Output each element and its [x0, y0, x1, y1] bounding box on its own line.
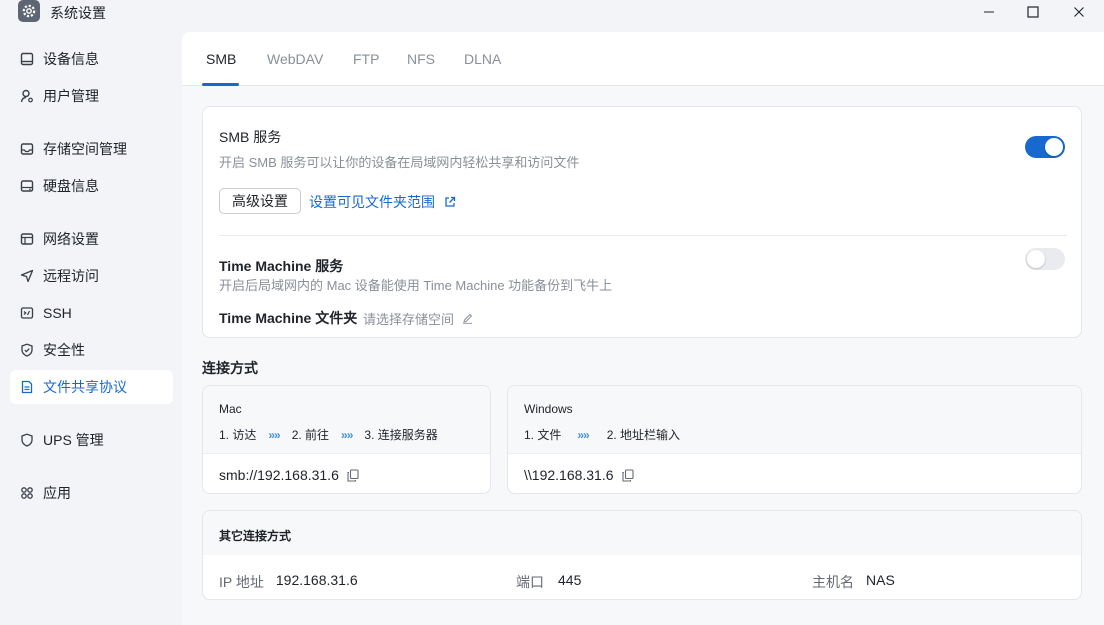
mac-address-text: smb://192.168.31.6 [219, 467, 339, 483]
other-connection-title: 其它连接方式 [219, 529, 292, 543]
terminal-icon [19, 306, 34, 321]
active-tab-indicator [202, 83, 239, 86]
mac-steps: 1. 访达 »» 2. 前往 »» 3. 连接服务器 [219, 426, 438, 443]
port-value: 445 [558, 572, 582, 588]
copy-icon[interactable] [621, 468, 634, 482]
settings-gear-icon [18, 0, 40, 22]
ip-label: IP 地址 [219, 574, 264, 590]
sidebar-item-label: 安全性 [43, 342, 85, 358]
port-label: 端口 [516, 574, 544, 590]
visible-folder-scope-label: 设置可见文件夹范围 [309, 194, 435, 210]
time-machine-title: Time Machine 服务 [219, 258, 344, 274]
port-row: 端口 445 [516, 572, 581, 592]
sidebar-item-file-sharing[interactable]: 文件共享协议 [10, 370, 173, 404]
sidebar-item-users[interactable]: 用户管理 [10, 79, 173, 113]
shield-icon [19, 343, 34, 358]
windows-label: Windows [524, 402, 573, 416]
smb-service-description: 开启 SMB 服务可以让你的设备在局域网内轻松共享和访问文件 [219, 155, 580, 170]
other-connection-card: 其它连接方式 IP 地址 192.168.31.6 端口 445 主机名 NAS [202, 510, 1082, 600]
visible-folder-scope-link[interactable]: 设置可见文件夹范围 [309, 192, 456, 212]
sidebar-item-label: 设备信息 [43, 51, 99, 67]
chevron-right-icon: »» [577, 427, 589, 442]
sidebar-item-label: 存储空间管理 [43, 141, 127, 157]
minimize-button[interactable] [966, 0, 1012, 24]
ip-value: 192.168.31.6 [275, 572, 358, 588]
chevron-right-icon: »» [341, 427, 353, 442]
tab-smb[interactable]: SMB [206, 51, 236, 67]
main-panel: SMB WebDAV FTP NFS DLNA SMB 服务 开启 SMB 服务… [182, 32, 1104, 625]
close-button[interactable] [1056, 0, 1102, 24]
windows-card-header [508, 386, 1081, 454]
time-machine-description: 开启后局域网内的 Mac 设备能使用 Time Machine 功能备份到飞牛上 [219, 278, 613, 293]
sidebar-item-label: 用户管理 [43, 88, 99, 104]
window-title: 系统设置 [50, 5, 106, 21]
edit-pencil-icon [462, 313, 473, 324]
mac-address: smb://192.168.31.6 [219, 467, 359, 483]
mac-step: 1. 访达 [219, 428, 257, 442]
time-machine-toggle[interactable] [1025, 248, 1065, 270]
time-machine-folder-label: Time Machine 文件夹 [219, 310, 358, 326]
mac-label: Mac [219, 402, 242, 416]
chevron-right-icon: »» [268, 427, 280, 442]
hostname-value: NAS [866, 572, 895, 588]
sidebar-item-label: 应用 [43, 485, 71, 501]
sidebar-item-label: UPS 管理 [43, 432, 104, 448]
tab-ftp[interactable]: FTP [353, 51, 379, 67]
network-icon [19, 232, 34, 247]
storage-icon [19, 142, 34, 157]
remote-icon [19, 269, 34, 284]
tab-dlna[interactable]: DLNA [464, 51, 501, 67]
maximize-button[interactable] [1010, 0, 1056, 24]
windows-connection-card: Windows 1. 文件 »» 2. 地址栏输入 \\192.168.31.6 [507, 385, 1082, 494]
sidebar-item-label: 硬盘信息 [43, 178, 99, 194]
protocol-tabs: SMB WebDAV FTP NFS DLNA [182, 32, 1104, 86]
ups-icon [19, 433, 34, 448]
tab-webdav[interactable]: WebDAV [267, 51, 323, 67]
advanced-settings-button[interactable]: 高级设置 [219, 188, 301, 214]
sidebar-item-security[interactable]: 安全性 [10, 333, 173, 367]
windows-address-text: \\192.168.31.6 [524, 467, 614, 483]
time-machine-folder-placeholder: 请选择存储空间 [363, 312, 455, 327]
divider [219, 235, 1067, 236]
apps-icon [19, 486, 34, 501]
hostname-label: 主机名 [812, 574, 854, 590]
ip-address-row: IP 地址 192.168.31.6 [219, 572, 358, 592]
copy-icon[interactable] [347, 468, 359, 482]
mac-card-header [203, 386, 490, 454]
sidebar-item-remote[interactable]: 远程访问 [10, 259, 173, 293]
document-icon [19, 380, 34, 395]
mac-step: 3. 连接服务器 [364, 428, 438, 442]
sidebar: 设备信息 用户管理 存储空间管理 硬盘信息 网络设置 远程访问 SSH 安全性 … [0, 32, 182, 625]
mac-connection-card: Mac 1. 访达 »» 2. 前往 »» 3. 连接服务器 smb://192… [202, 385, 491, 494]
sidebar-item-ups[interactable]: UPS 管理 [10, 423, 173, 457]
sidebar-item-disk-info[interactable]: 硬盘信息 [10, 169, 173, 203]
tab-nfs[interactable]: NFS [407, 51, 435, 67]
hostname-row: 主机名 NAS [812, 572, 895, 592]
sidebar-item-label: SSH [43, 305, 72, 321]
windows-address: \\192.168.31.6 [524, 467, 634, 483]
title-bar: 系统设置 [0, 0, 1104, 32]
sidebar-item-storage[interactable]: 存储空间管理 [10, 132, 173, 166]
smb-service-card: SMB 服务 开启 SMB 服务可以让你的设备在局域网内轻松共享和访问文件 高级… [202, 106, 1082, 338]
other-card-header [203, 511, 1081, 555]
windows-steps: 1. 文件 »» 2. 地址栏输入 [524, 426, 680, 443]
sidebar-item-label: 文件共享协议 [43, 379, 127, 395]
user-icon [19, 89, 34, 104]
device-icon [19, 52, 34, 67]
sidebar-item-label: 网络设置 [43, 231, 99, 247]
sidebar-item-network[interactable]: 网络设置 [10, 222, 173, 256]
sidebar-item-device-info[interactable]: 设备信息 [10, 42, 173, 76]
smb-service-title: SMB 服务 [219, 129, 282, 145]
connection-section-title: 连接方式 [202, 360, 258, 376]
sidebar-item-apps[interactable]: 应用 [10, 476, 173, 510]
sidebar-item-ssh[interactable]: SSH [10, 296, 173, 330]
smb-toggle[interactable] [1025, 136, 1065, 158]
time-machine-folder-select[interactable]: 请选择存储空间 [363, 309, 473, 328]
windows-step: 2. 地址栏输入 [606, 428, 681, 442]
disk-icon [19, 179, 34, 194]
mac-step: 2. 前往 [291, 428, 330, 442]
external-link-icon [444, 196, 456, 208]
windows-step: 1. 文件 [524, 428, 562, 442]
sidebar-item-label: 远程访问 [43, 268, 99, 284]
